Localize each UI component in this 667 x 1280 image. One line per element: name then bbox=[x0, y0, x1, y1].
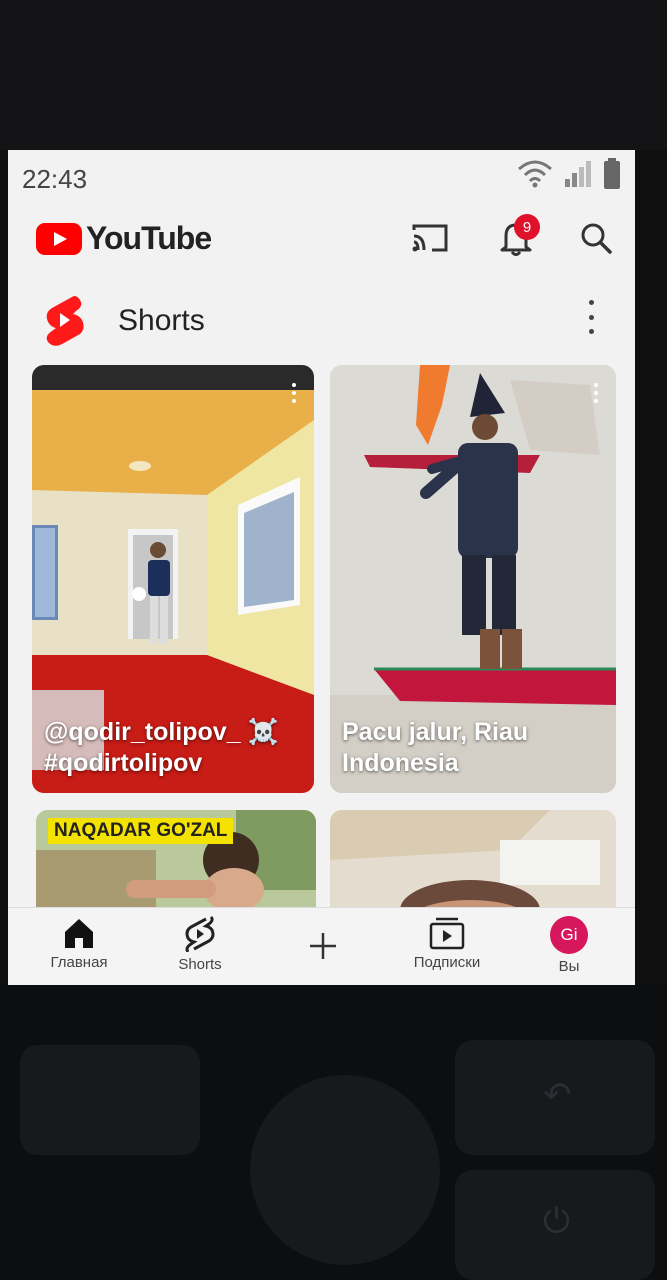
status-icons bbox=[517, 158, 621, 190]
shelf-title: Shorts bbox=[118, 304, 205, 337]
back-icon: ↶ bbox=[543, 1076, 572, 1114]
device-bezel-top bbox=[0, 0, 667, 150]
youtube-logo[interactable]: YouTube bbox=[36, 220, 212, 257]
short-card-3[interactable]: NAQADAR GO'ZAL bbox=[36, 810, 316, 920]
short-thumbnail-4 bbox=[330, 810, 616, 920]
notification-badge: 9 bbox=[514, 214, 540, 240]
avatar: Gi bbox=[550, 916, 588, 954]
hardware-back-key: ↶ bbox=[455, 1040, 655, 1155]
search-button[interactable] bbox=[574, 216, 618, 260]
nav-subscriptions[interactable]: Подписки bbox=[392, 916, 502, 971]
youtube-play-icon bbox=[36, 222, 82, 255]
battery-icon bbox=[604, 158, 620, 189]
shorts-shelf-header: Shorts bbox=[8, 290, 635, 350]
device-bezel-bottom: ↶ ⏻ bbox=[0, 985, 667, 1280]
card-1-title: @qodir_tolipov_ ☠️ #qodirtolipov bbox=[44, 718, 279, 777]
card-2-more-button[interactable] bbox=[592, 383, 600, 403]
short-card-1[interactable]: @qodir_tolipov_ ☠️ #qodirtolipov bbox=[32, 365, 314, 793]
bottom-navigation: Главная Shorts Подписки Gi Вы bbox=[8, 907, 635, 985]
short-card-4[interactable] bbox=[330, 810, 616, 920]
signal-icon bbox=[565, 161, 591, 187]
nav-you[interactable]: Gi Вы bbox=[514, 916, 624, 975]
nav-subscriptions-label: Подписки bbox=[413, 954, 481, 971]
wifi-icon bbox=[518, 160, 552, 188]
short-card-2[interactable]: Pacu jalur, Riau Indonesia bbox=[330, 365, 616, 793]
card-3-overlay-text: NAQADAR GO'ZAL bbox=[48, 818, 234, 844]
nav-shorts[interactable]: Shorts bbox=[145, 916, 255, 973]
add-icon bbox=[310, 933, 336, 959]
hardware-power-key: ⏻ bbox=[455, 1170, 655, 1280]
shorts-icon bbox=[185, 916, 215, 952]
cast-button[interactable] bbox=[408, 216, 452, 260]
cast-icon bbox=[412, 224, 448, 252]
create-button[interactable] bbox=[268, 930, 378, 962]
notifications-button[interactable]: 9 bbox=[494, 214, 540, 260]
nav-you-label: Вы bbox=[558, 958, 580, 975]
hardware-key-left bbox=[20, 1045, 200, 1155]
home-icon bbox=[65, 919, 93, 948]
nav-home-label: Главная bbox=[50, 954, 108, 971]
search-icon bbox=[581, 223, 612, 254]
logo-text: YouTube bbox=[86, 220, 212, 256]
card-1-more-button[interactable] bbox=[290, 383, 298, 403]
status-time: 22:43 bbox=[22, 164, 88, 194]
phone-screen: 22:43 YouTube 9 Shorts @qodir_tolipov_ ☠… bbox=[8, 150, 635, 985]
hardware-dpad bbox=[250, 1075, 440, 1265]
app-bar: YouTube 9 bbox=[8, 202, 635, 274]
power-icon: ⏻ bbox=[543, 1202, 570, 1240]
status-bar: 22:43 bbox=[8, 150, 635, 202]
shelf-more-button[interactable] bbox=[585, 300, 597, 334]
subscriptions-icon bbox=[429, 917, 465, 950]
nav-shorts-label: Shorts bbox=[178, 956, 222, 973]
nav-home[interactable]: Главная bbox=[24, 916, 134, 971]
card-2-title: Pacu jalur, Riau Indonesia bbox=[342, 718, 529, 777]
shorts-logo-icon bbox=[46, 296, 84, 346]
